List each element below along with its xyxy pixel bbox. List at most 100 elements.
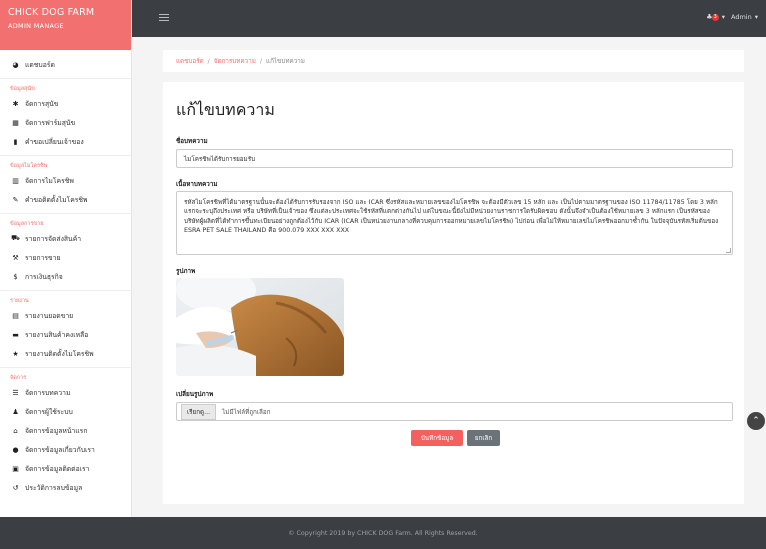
star-icon: ★	[12, 349, 19, 358]
sidebar-item-label: รายงานติดตั้งไมโครชิพ	[25, 350, 94, 358]
dollar-icon: $	[13, 272, 18, 281]
sidebar-item-chip-report[interactable]: ★ รายงานติดตั้งไมโครชิพ	[0, 344, 131, 363]
sidebar-item-contact[interactable]: ▣ จัดการข้อมูลติดต่อเรา	[0, 459, 131, 478]
history-icon: ↺	[12, 483, 19, 492]
sidebar-item-finance[interactable]: $ การเงินธุรกิจ	[0, 267, 131, 286]
browse-button[interactable]: เรียกดู...	[181, 403, 217, 420]
divider	[0, 155, 131, 156]
sidebar-item-label: จัดการไมโครชิพ	[25, 177, 74, 185]
sidebar-item-label: คำขอติดตั้งไมโครชิพ	[25, 196, 88, 204]
title-label: ชื่อบทความ	[176, 138, 208, 145]
cancel-button[interactable]: ยกเลิก	[467, 430, 500, 446]
scroll-to-top-icon[interactable]: ⌃	[747, 412, 765, 430]
sidebar-section-title: รายงาน	[10, 298, 29, 304]
copyright-text: © Copyright 2019 by CHICK DOG Farm. All …	[288, 529, 478, 537]
page-title: แก้ไขบทความ	[176, 100, 275, 119]
sidebar-section-title: จัดการ	[10, 375, 27, 381]
brand-header[interactable]: CHICK DOG FARM ADMIN MANAGE	[0, 0, 131, 50]
divider	[0, 367, 131, 368]
topbar-right: ♣ 3 ▾ Admin ▾	[706, 13, 758, 21]
sidebar-item-label: รายงานสินค้าคงเหลือ	[25, 331, 89, 339]
chip-icon: ▥	[12, 176, 19, 185]
sidebar-item-owner-request[interactable]: ▮ คำขอเปลี่ยนเจ้าของ	[0, 132, 131, 151]
chevron-down-icon[interactable]: ▾	[755, 13, 758, 21]
breadcrumb-separator: /	[207, 57, 210, 65]
sidebar-section-title: ข้อมูลสุนัข	[10, 86, 35, 92]
form-actions: บันทึกข้อมูล ยกเลิก	[411, 430, 500, 446]
title-input[interactable]: ไมโครชิพได้รับการยอมรับ	[176, 149, 733, 168]
sidebar-item-dog-farm[interactable]: ▦ จัดการฟาร์มสุนัข	[0, 113, 131, 132]
list-icon: ☰	[12, 388, 19, 397]
sidebar-item-label: รายงานยอดขาย	[25, 312, 74, 320]
divider	[0, 78, 131, 79]
sidebar-item-label: จัดการข้อมูลหน้าแรก	[25, 427, 88, 435]
sidebar-section-title: ข้อมูลไมโครชิพ	[10, 163, 48, 169]
sidebar-item-label: รายการจัดส่งสินค้า	[25, 235, 82, 243]
document-icon: ▤	[12, 311, 19, 320]
sidebar-item-sales-report[interactable]: ▤ รายงานยอดขาย	[0, 306, 131, 325]
divider	[0, 290, 131, 291]
breadcrumb: แดชบอร์ด / จัดการบทความ / แก้ไขบทความ	[163, 50, 744, 72]
chevron-down-icon[interactable]: ▾	[722, 13, 725, 21]
sidebar-item-label: จัดการบทความ	[25, 389, 71, 397]
content-label: เนื้อหาบทความ	[176, 181, 218, 188]
save-button[interactable]: บันทึกข้อมูล	[411, 430, 463, 446]
truck-icon: ⛟	[11, 234, 20, 242]
sidebar-item-articles[interactable]: ☰ จัดการบทความ	[0, 383, 131, 402]
sidebar-item-label: คำขอเปลี่ยนเจ้าของ	[25, 138, 84, 146]
home-icon: ⌂	[13, 426, 18, 435]
pencil-icon: ✎	[12, 195, 19, 204]
file-status: ไม่มีไฟล์ที่ถูกเลือก	[222, 408, 271, 416]
sidebar-section-title: ข้อมูลการขาย	[10, 221, 44, 227]
title-input-value: ไมโครชิพได้รับการยอมรับ	[184, 155, 256, 163]
user-menu[interactable]: Admin	[731, 13, 752, 21]
sidebar: CHICK DOG FARM ADMIN MANAGE ◕ แดชบอร์ด ข…	[0, 0, 132, 549]
notification-badge: 3	[711, 13, 719, 21]
palette-icon: ◕	[12, 60, 19, 69]
sidebar-item-sales[interactable]: ⚒ รายการขาย	[0, 248, 131, 267]
image-label: รูปภาพ	[176, 268, 196, 275]
image-file-input[interactable]: เรียกดู... ไม่มีไฟล์ที่ถูกเลือก	[176, 402, 733, 421]
divider	[0, 213, 131, 214]
paw-icon: ✱	[12, 99, 19, 108]
menu-toggle-icon[interactable]	[159, 14, 169, 23]
brand-title: CHICK DOG FARM	[8, 7, 95, 18]
sidebar-item-chip-install-request[interactable]: ✎ คำขอติดตั้งไมโครชิพ	[0, 190, 131, 209]
footer: © Copyright 2019 by CHICK DOG Farm. All …	[0, 517, 766, 549]
sidebar-item-manage-dogs[interactable]: ✱ จัดการสุนัข	[0, 94, 131, 113]
edit-article-card: แก้ไขบทความ ชื่อบทความ ไมโครชิพได้รับการ…	[163, 82, 744, 504]
article-image	[176, 278, 344, 376]
sidebar-item-homepage[interactable]: ⌂ จัดการข้อมูลหน้าแรก	[0, 421, 131, 440]
store-icon: ▦	[12, 118, 19, 127]
breadcrumb-current: แก้ไขบทความ	[266, 58, 305, 65]
sidebar-item-delete-history[interactable]: ↺ ประวัติการลบข้อมูล	[0, 478, 131, 497]
brand-subtitle: ADMIN MANAGE	[8, 22, 64, 30]
contact-card-icon: ▣	[12, 464, 19, 473]
sidebar-item-users[interactable]: ♟ จัดการผู้ใช้ระบบ	[0, 402, 131, 421]
sidebar-item-label: จัดการผู้ใช้ระบบ	[25, 408, 73, 416]
sidebar-item-label: จัดการสุนัข	[25, 100, 59, 108]
sidebar-item-shipments[interactable]: ⛟ รายการจัดส่งสินค้า	[0, 229, 131, 248]
sidebar-item-stock-report[interactable]: ▬ รายงานสินค้าคงเหลือ	[0, 325, 131, 344]
sidebar-item-label: ประวัติการลบข้อมูล	[25, 484, 83, 492]
sidebar-item-label: รายการขาย	[25, 254, 61, 262]
topbar: ♣ 3 ▾ Admin ▾	[132, 0, 766, 37]
sidebar-item-label: แดชบอร์ด	[25, 61, 55, 69]
users-icon: ♟	[12, 407, 19, 416]
breadcrumb-link-articles[interactable]: จัดการบทความ	[214, 56, 256, 66]
sidebar-item-label: จัดการฟาร์มสุนัข	[25, 119, 76, 127]
sidebar-item-dashboard[interactable]: ◕ แดชบอร์ด	[0, 55, 131, 74]
content-textarea-value: รหัสไมโครชิพที่ได้มาตรฐานนั้นจะต้องได้รั…	[184, 199, 719, 235]
info-icon: ●	[12, 445, 19, 454]
breadcrumb-link-dashboard[interactable]: แดชบอร์ด	[176, 56, 204, 66]
bookmark-icon: ▮	[13, 137, 18, 146]
gavel-icon: ⚒	[12, 253, 19, 262]
sidebar-item-label: จัดการข้อมูลเกี่ยวกับเรา	[25, 446, 95, 454]
sidebar-item-label: การเงินธุรกิจ	[25, 273, 63, 281]
sidebar-item-about[interactable]: ● จัดการข้อมูลเกี่ยวกับเรา	[0, 440, 131, 459]
resize-handle[interactable]	[726, 248, 731, 253]
archive-icon: ▬	[12, 330, 19, 339]
content-textarea[interactable]: รหัสไมโครชิพที่ได้มาตรฐานนั้นจะต้องได้รั…	[176, 191, 733, 255]
sidebar-item-microchips[interactable]: ▥ จัดการไมโครชิพ	[0, 171, 131, 190]
sidebar-item-label: จัดการข้อมูลติดต่อเรา	[25, 465, 90, 473]
